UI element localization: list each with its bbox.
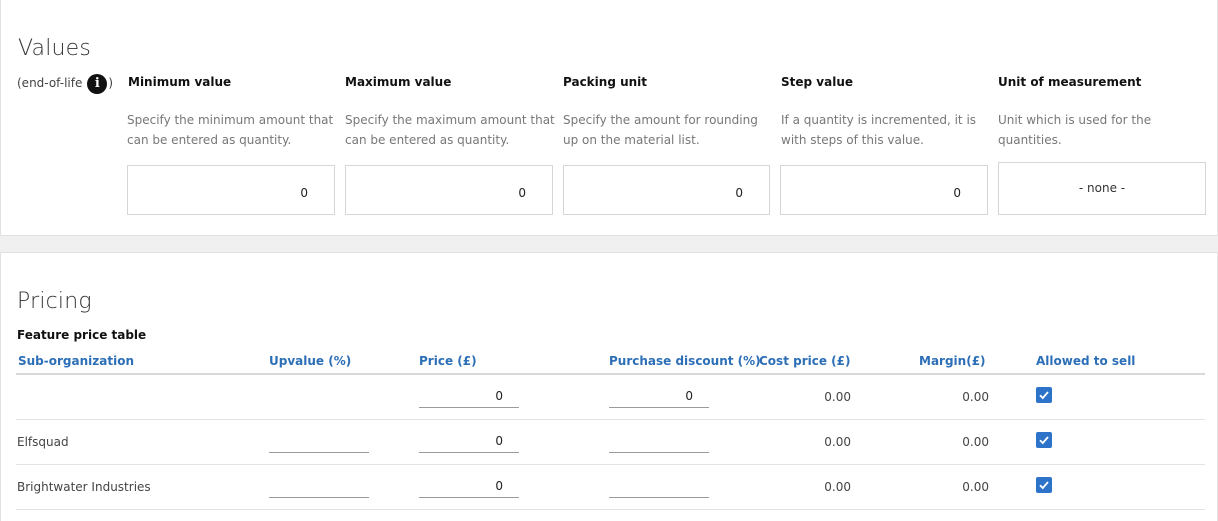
packing-unit-label: Packing unit [563, 75, 648, 89]
upvalue-input[interactable] [269, 478, 369, 498]
end-of-life-label: (end-of-life [17, 76, 83, 90]
margin-value: 0.00 [962, 435, 989, 449]
column-header-allowed-to-sell[interactable]: Allowed to sell [1036, 354, 1135, 368]
row-sub-organization: Elfsquad [17, 435, 69, 449]
column-header-upvalue[interactable]: Upvalue (%) [269, 354, 351, 368]
check-icon [1039, 481, 1049, 490]
step-value-description: If a quantity is incremented, it is with… [781, 113, 977, 147]
column-header-purchase-discount[interactable]: Purchase discount (%) [609, 354, 761, 368]
step-value-label: Step value [781, 75, 853, 89]
cost-price-value: 0.00 [824, 390, 851, 404]
row-sub-organization: Brightwater Industries [17, 480, 151, 494]
purchase-discount-input[interactable] [609, 433, 709, 453]
feature-price-table-title: Feature price table [17, 328, 147, 342]
row-divider [16, 464, 1205, 465]
row-divider [16, 419, 1205, 420]
unit-of-measurement-select[interactable]: - none - [998, 162, 1206, 215]
check-icon [1039, 436, 1049, 445]
maximum-value-label: Maximum value [345, 75, 452, 89]
column-header-margin[interactable]: Margin(£) [919, 354, 986, 368]
table-header-divider [16, 373, 1205, 375]
margin-value: 0.00 [962, 390, 989, 404]
allowed-to-sell-checkbox[interactable] [1036, 477, 1052, 493]
cost-price-value: 0.00 [824, 480, 851, 494]
end-of-life-close: ) [108, 76, 114, 90]
price-input[interactable]: 0 [419, 478, 519, 498]
unit-of-measurement-label: Unit of measurement [998, 75, 1142, 89]
row-divider [16, 509, 1205, 510]
maximum-value-description: Specify the maximum amount that can be e… [345, 113, 555, 147]
minimum-value-label: Minimum value [128, 75, 232, 89]
column-header-price[interactable]: Price (£) [419, 354, 477, 368]
end-of-life-indicator: (end-of-life i) [17, 72, 113, 94]
step-value-input[interactable]: 0 [780, 165, 988, 215]
values-card: Values (end-of-life i) Minimum value Maxi… [0, 0, 1218, 236]
margin-value: 0.00 [962, 480, 989, 494]
column-header-sub-organization[interactable]: Sub-organization [18, 354, 134, 368]
price-input[interactable]: 0 [419, 433, 519, 453]
minimum-value-description: Specify the minimum amount that can be e… [127, 113, 334, 147]
maximum-value-input[interactable]: 0 [345, 165, 553, 215]
allowed-to-sell-checkbox[interactable] [1036, 432, 1052, 448]
minimum-value-input[interactable]: 0 [127, 165, 335, 215]
cost-price-value: 0.00 [824, 435, 851, 449]
unit-of-measurement-description: Unit which is used for the quantities. [998, 113, 1152, 147]
pricing-title: Pricing [17, 289, 92, 314]
values-title: Values [18, 36, 92, 61]
packing-unit-description: Specify the amount for rounding up on th… [563, 113, 758, 147]
check-icon [1039, 391, 1049, 400]
purchase-discount-input[interactable] [609, 478, 709, 498]
packing-unit-input[interactable]: 0 [563, 165, 770, 215]
info-icon[interactable]: i [87, 73, 108, 94]
purchase-discount-input[interactable]: 0 [609, 388, 709, 408]
price-input[interactable]: 0 [419, 388, 519, 408]
column-header-cost-price[interactable]: Cost price (£) [759, 354, 850, 368]
allowed-to-sell-checkbox[interactable] [1036, 387, 1052, 403]
upvalue-input[interactable] [269, 433, 369, 453]
